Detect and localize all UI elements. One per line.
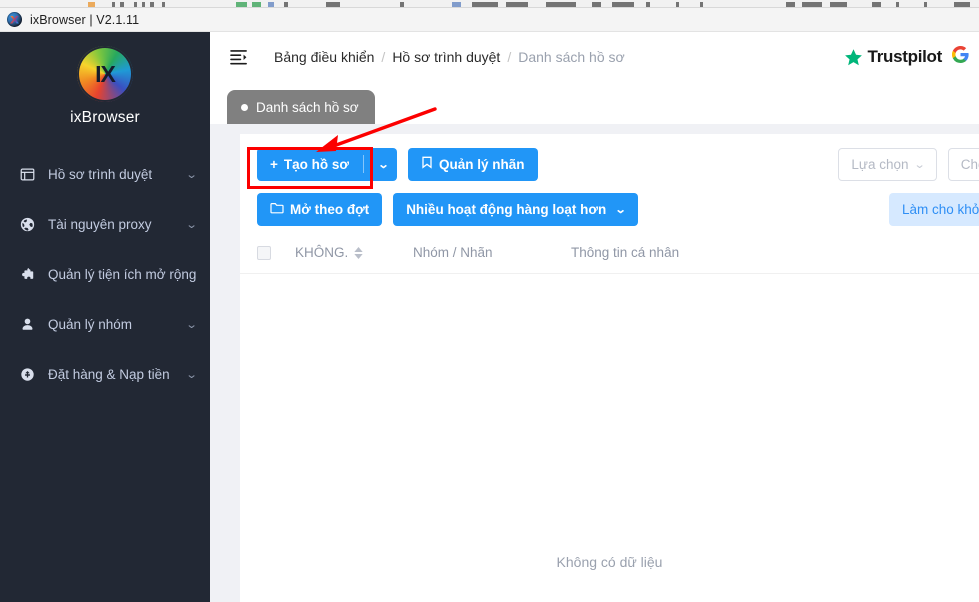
breadcrumb-item-browser-profiles[interactable]: Hồ sơ trình duyệt <box>392 49 500 65</box>
empty-state-text: Không có dữ liệu <box>557 554 663 570</box>
window-title: ixBrowser | V2.1.11 <box>30 13 139 27</box>
sidebar-nav: Hồ sơ trình duyệt ⌄ Tài nguyên proxy ⌄ Q… <box>0 149 210 399</box>
menu-collapse-icon[interactable] <box>228 46 250 68</box>
toolbar-right-group: Lựa chọn ⌄ Chọn m <box>838 148 979 181</box>
trustpilot-label: Trustpilot <box>868 47 942 67</box>
manage-tags-label: Quản lý nhãn <box>439 157 525 172</box>
trustpilot-star-icon <box>844 48 863 67</box>
chevron-down-icon: ⌄ <box>185 368 197 381</box>
table-empty-state: Không có dữ liệu <box>240 324 979 602</box>
logo-text: IX <box>95 61 115 88</box>
refresh-label: Làm cho khỏe lại <box>902 202 979 217</box>
chevron-down-icon[interactable]: ⌄ <box>366 158 401 171</box>
sidebar-item-label: Tài nguyên proxy <box>48 217 183 232</box>
sort-arrows-icon[interactable] <box>354 247 363 259</box>
selection-dropdown-label: Lựa chọn <box>851 157 908 172</box>
refresh-button[interactable]: Làm cho khỏe lại <box>889 193 979 226</box>
coin-icon <box>18 367 36 382</box>
sidebar-item-label: Quản lý nhóm <box>48 317 183 332</box>
toolbar-row-secondary: Mở theo đợt Nhiều hoạt động hàng loạt hơ… <box>240 184 979 232</box>
content-card: + Tạo hồ sơ ⌄ Quản lý nhãn Lựa chọn ⌄ <box>240 134 979 602</box>
table-header-row: KHÔNG. Nhóm / Nhãn Thông tin cá nhân <box>240 232 979 274</box>
column-number-label: KHÔNG. <box>295 245 348 260</box>
ixbrowser-logo-icon <box>7 12 22 27</box>
manage-tags-button[interactable]: Quản lý nhãn <box>408 148 538 181</box>
user-icon <box>18 317 36 332</box>
column-personal-info: Thông tin cá nhân <box>571 245 679 260</box>
sidebar-item-group-management[interactable]: Quản lý nhóm ⌄ <box>0 299 210 349</box>
puzzle-piece-icon <box>18 267 36 282</box>
breadcrumb-item-profile-list: Danh sách hồ sơ <box>518 49 624 65</box>
google-g-icon[interactable] <box>952 46 969 68</box>
breadcrumb: Bảng điều khiển / Hồ sơ trình duyệt / Da… <box>274 49 625 65</box>
trustpilot-link[interactable]: Trustpilot <box>844 47 942 67</box>
chevron-down-icon: ⌄ <box>913 158 925 171</box>
sidebar-item-label: Đặt hàng & Nạp tiền <box>48 367 183 382</box>
tab-strip: Danh sách hồ sơ <box>210 82 979 124</box>
chevron-down-icon: ⌄ <box>185 168 197 181</box>
breadcrumb-separator: / <box>381 49 385 65</box>
tab-profile-list[interactable]: Danh sách hồ sơ <box>227 90 375 124</box>
sidebar-brand: IX ixBrowser <box>0 32 210 127</box>
window-titlebar: ixBrowser | V2.1.11 <box>0 8 979 32</box>
sidebar-item-proxy-resources[interactable]: Tài nguyên proxy ⌄ <box>0 199 210 249</box>
tab-label: Danh sách hồ sơ <box>256 100 359 115</box>
more-batch-actions-label: Nhiều hoạt động hàng loạt hơn <box>406 202 606 217</box>
create-profile-label: Tạo hồ sơ <box>284 157 349 172</box>
header-right-group: Trustpilot <box>844 46 969 68</box>
button-divider <box>363 155 364 173</box>
choose-more-label: Chọn m <box>961 157 979 172</box>
breadcrumb-separator: / <box>507 49 511 65</box>
chevron-down-icon: ⌄ <box>185 318 197 331</box>
folder-icon <box>270 202 284 217</box>
main-region: Bảng điều khiển / Hồ sơ trình duyệt / Da… <box>210 32 979 602</box>
select-all-checkbox-cell <box>257 246 295 260</box>
clipped-bookmark-strip <box>0 0 979 8</box>
sidebar-item-order-recharge[interactable]: Đặt hàng & Nạp tiền ⌄ <box>0 349 210 399</box>
choose-more-dropdown[interactable]: Chọn m <box>948 148 979 181</box>
sidebar-item-label: Quản lý tiện ích mở rộng <box>48 267 196 282</box>
bookmark-icon <box>421 156 433 172</box>
globe-icon <box>18 217 36 232</box>
selection-dropdown[interactable]: Lựa chọn ⌄ <box>838 148 936 181</box>
select-all-checkbox[interactable] <box>257 246 271 260</box>
chevron-down-icon: ⌄ <box>185 218 197 231</box>
column-personal-info-label: Thông tin cá nhân <box>571 245 679 260</box>
sidebar-item-label: Hồ sơ trình duyệt <box>48 167 183 182</box>
more-batch-actions-button[interactable]: Nhiều hoạt động hàng loạt hơn ⌄ <box>393 193 638 226</box>
chevron-down-icon: ⌄ <box>615 203 627 216</box>
batch-open-button[interactable]: Mở theo đợt <box>257 193 382 226</box>
toolbar-row-primary: + Tạo hồ sơ ⌄ Quản lý nhãn Lựa chọn ⌄ <box>240 134 979 184</box>
sidebar: IX ixBrowser Hồ sơ trình duyệt ⌄ Tài ngu… <box>0 32 210 602</box>
sidebar-item-browser-profiles[interactable]: Hồ sơ trình duyệt ⌄ <box>0 149 210 199</box>
column-group-tag-label: Nhóm / Nhãn <box>413 245 493 260</box>
sidebar-item-extension-management[interactable]: Quản lý tiện ích mở rộng <box>0 249 210 299</box>
plus-icon: + <box>270 157 278 172</box>
browser-window-icon <box>18 167 36 182</box>
header-bar: Bảng điều khiển / Hồ sơ trình duyệt / Da… <box>210 32 979 82</box>
column-group-tag: Nhóm / Nhãn <box>413 245 571 260</box>
create-profile-button[interactable]: + Tạo hồ sơ ⌄ <box>257 148 397 181</box>
tab-status-dot <box>241 104 248 111</box>
brand-name: ixBrowser <box>0 109 210 127</box>
ixbrowser-circle-logo: IX <box>77 46 133 102</box>
column-number[interactable]: KHÔNG. <box>295 245 413 260</box>
batch-open-label: Mở theo đợt <box>290 202 369 217</box>
breadcrumb-item-dashboard[interactable]: Bảng điều khiển <box>274 49 374 65</box>
